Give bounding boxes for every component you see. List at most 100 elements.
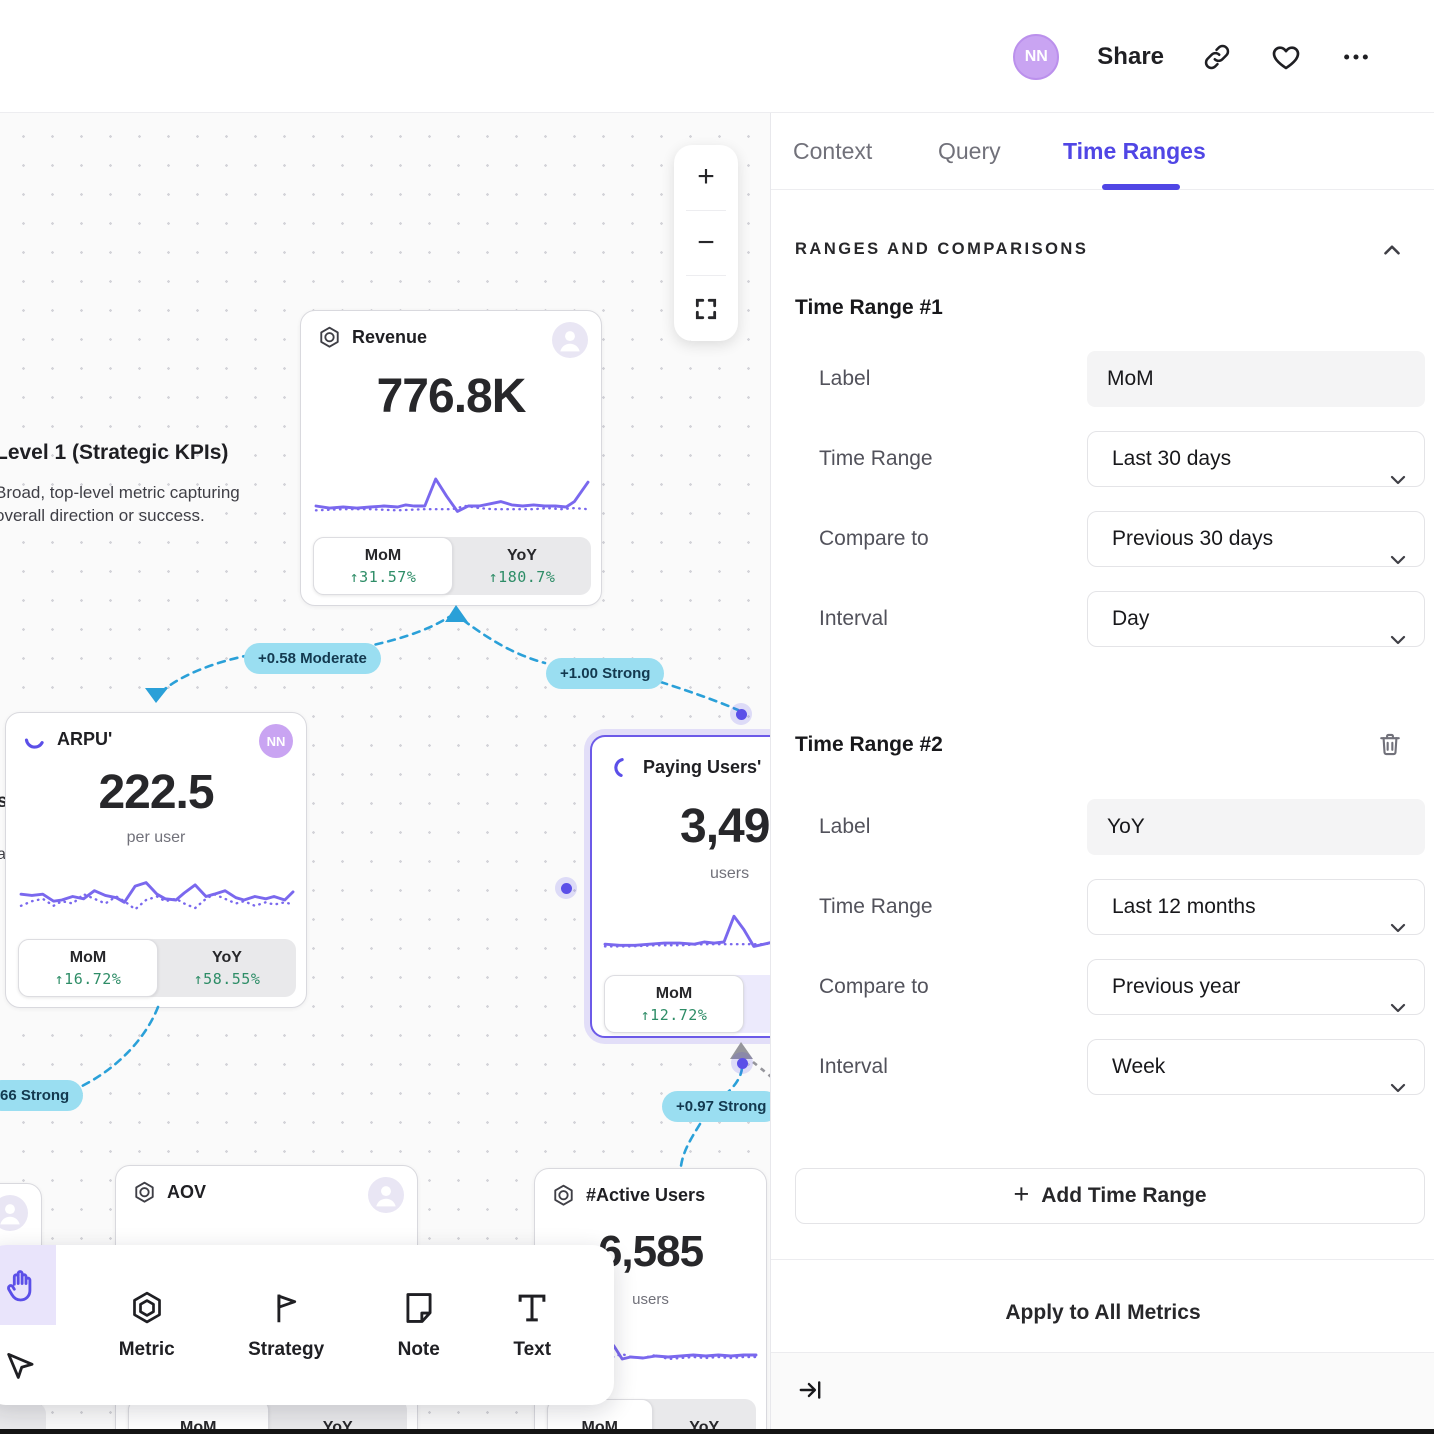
- zoom-in-button[interactable]: +: [674, 145, 738, 210]
- link-icon[interactable]: [1202, 42, 1232, 72]
- time-range-field-label: Time Range: [819, 431, 933, 487]
- correlation-badge[interactable]: 66 Strong: [0, 1080, 83, 1111]
- interval-field-label: Interval: [819, 591, 888, 647]
- sparkline-chart: [21, 871, 293, 929]
- level-note-body: Broad, top-level metric capturing overal…: [0, 481, 240, 527]
- toggle-mom[interactable]: MoM ↑12.72%: [604, 975, 744, 1033]
- comparison-toggle: MoM ↑16.72% YoY ↑58.55%: [18, 939, 296, 997]
- add-time-range-button[interactable]: + Add Time Range: [795, 1168, 1425, 1224]
- settings-panel: Context Query Time Ranges RANGES AND COM…: [770, 113, 1434, 1434]
- metric-card-revenue[interactable]: Revenue 776.8K MoM ↑31.57% YoY ↑180.7%: [300, 310, 602, 606]
- share-button[interactable]: Share: [1097, 43, 1164, 71]
- chevron-down-icon: [1390, 533, 1406, 586]
- strategy-tool-button[interactable]: Strategy: [248, 1289, 324, 1361]
- interval-select[interactable]: Week: [1087, 1039, 1425, 1095]
- metric-tool-button[interactable]: Metric: [119, 1289, 175, 1361]
- avatar-placeholder: [368, 1177, 404, 1213]
- metric-tree-canvas[interactable]: Level 1 (Strategic KPIs) Broad, top-leve…: [0, 113, 770, 1434]
- collapse-panel-icon[interactable]: [797, 1377, 823, 1408]
- metric-unit: per user: [6, 829, 306, 847]
- metric-hexagon-icon: [132, 1180, 157, 1205]
- metric-card-arpu[interactable]: ARPU' NN 222.5 per user MoM ↑16.72% YoY …: [5, 712, 307, 1008]
- time-range-select[interactable]: Last 12 months: [1087, 879, 1425, 935]
- cursor-icon: [3, 1348, 37, 1382]
- note-tool-button[interactable]: Note: [398, 1289, 440, 1361]
- active-tab-indicator: [1102, 184, 1180, 190]
- time-range-1-title: Time Range #1: [795, 296, 943, 320]
- comparison-toggle: MoM ↑12.72%: [604, 975, 770, 1033]
- interval-field-label: Interval: [819, 1039, 888, 1095]
- spinner-arc-icon: [22, 727, 47, 752]
- avatar-nn: NN: [259, 724, 293, 758]
- connection-handle[interactable]: [730, 703, 752, 725]
- section-title: RANGES AND COMPARISONS: [795, 240, 1088, 259]
- correlation-badge[interactable]: +0.58 Moderate: [244, 643, 381, 674]
- comparison-toggle: MoM ↑31.57% YoY ↑180.7%: [313, 537, 591, 595]
- spinner-arc-icon: [608, 755, 633, 780]
- chevron-down-icon: [1390, 453, 1406, 506]
- tab-time-ranges[interactable]: Time Ranges: [1063, 113, 1206, 190]
- toggle-mom[interactable]: MoM ↑16.72%: [18, 939, 158, 997]
- delete-time-range-icon[interactable]: [1376, 730, 1404, 763]
- metric-value: 3,49: [592, 799, 770, 854]
- hand-tool-button[interactable]: [0, 1245, 56, 1325]
- sparkline-chart: [605, 905, 770, 961]
- user-avatar[interactable]: NN: [1013, 34, 1059, 80]
- canvas-toolbar: Metric Strategy Note Text: [0, 1245, 614, 1405]
- flag-icon: [267, 1289, 305, 1327]
- correlation-badge[interactable]: +0.97 Strong: [662, 1091, 770, 1122]
- metric-value: 222.5: [6, 765, 306, 820]
- tab-query[interactable]: Query: [938, 113, 1001, 190]
- favorite-heart-icon[interactable]: [1270, 41, 1302, 73]
- time-range-2-title: Time Range #2: [795, 733, 943, 757]
- label-input[interactable]: YoY: [1087, 799, 1425, 855]
- toggle-mom[interactable]: MoM ↑31.57%: [313, 537, 453, 595]
- sparkline-chart: [316, 466, 588, 520]
- connection-handle[interactable]: [731, 1052, 753, 1074]
- correlation-badge[interactable]: +1.00 Strong: [546, 658, 664, 689]
- text-tool-button[interactable]: Text: [513, 1289, 551, 1361]
- zoom-out-button[interactable]: −: [674, 211, 738, 276]
- note-icon: [400, 1289, 438, 1327]
- collapse-section-icon[interactable]: [1379, 237, 1405, 268]
- avatar-placeholder: [0, 1195, 28, 1231]
- metric-card-paying-users[interactable]: Paying Users' 3,49 users MoM ↑12.72%: [590, 735, 770, 1038]
- tab-context[interactable]: Context: [793, 113, 872, 190]
- more-options-icon[interactable]: [1340, 41, 1372, 73]
- interval-select[interactable]: Day: [1087, 591, 1425, 647]
- label-field-label: Label: [819, 351, 870, 407]
- bottom-edge-bar: [0, 1429, 1434, 1434]
- level-note-title[interactable]: Level 1 (Strategic KPIs): [0, 441, 228, 465]
- connection-handle[interactable]: [555, 877, 577, 899]
- label-input[interactable]: MoM: [1087, 351, 1425, 407]
- toggle-yoy[interactable]: YoY ↑58.55%: [158, 939, 296, 997]
- hand-icon: [2, 1267, 38, 1303]
- toggle-yoy[interactable]: YoY ↑180.7%: [453, 537, 591, 595]
- text-icon: [513, 1289, 551, 1327]
- avatar-placeholder: [552, 322, 588, 358]
- metric-unit: users: [592, 865, 770, 883]
- plus-icon: +: [1013, 1179, 1029, 1210]
- chevron-down-icon: [1390, 613, 1406, 666]
- label-field-label: Label: [819, 799, 870, 855]
- metric-hexagon-icon: [317, 325, 342, 350]
- time-range-select[interactable]: Last 30 days: [1087, 431, 1425, 487]
- fit-view-button[interactable]: [674, 276, 738, 341]
- apply-to-all-metrics-button[interactable]: Apply to All Metrics: [771, 1301, 1434, 1325]
- chevron-down-icon: [1390, 1061, 1406, 1114]
- top-header: NN Share: [0, 0, 1434, 113]
- chevron-down-icon: [1390, 981, 1406, 1034]
- compare-to-field-label: Compare to: [819, 959, 929, 1015]
- select-tool-button[interactable]: [0, 1325, 56, 1405]
- toggle-yoy[interactable]: [744, 975, 770, 1033]
- time-range-field-label: Time Range: [819, 879, 933, 935]
- panel-tabs: Context Query Time Ranges: [771, 113, 1434, 190]
- divider: [771, 1259, 1434, 1260]
- chevron-down-icon: [1390, 901, 1406, 954]
- metric-hexagon-icon: [128, 1289, 166, 1327]
- compare-to-field-label: Compare to: [819, 511, 929, 567]
- compare-to-select[interactable]: Previous year: [1087, 959, 1425, 1015]
- compare-to-select[interactable]: Previous 30 days: [1087, 511, 1425, 567]
- app-window: NN Share: [0, 0, 1434, 1434]
- panel-footer: [771, 1352, 1434, 1434]
